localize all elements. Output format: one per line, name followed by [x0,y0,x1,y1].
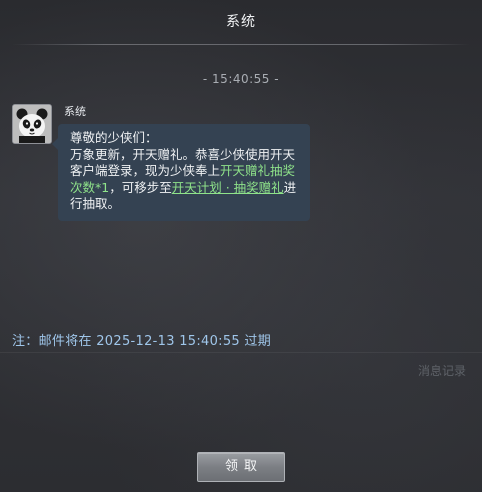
title-bar: 系统 [0,0,482,45]
claim-button[interactable]: 领取 [197,452,285,482]
message-timestamp: - 15:40:55 - [202,72,280,86]
window-title: 系统 [226,14,256,30]
message-text-mid: ，可移步至 [109,179,172,195]
sender-name: 系统 [64,105,86,118]
footer-divider [0,352,482,353]
message-bubble: 尊敬的少侠们： 万象更新，开天赠礼。恭喜少侠使用开天客户端登录，现为少侠奉上开天… [52,124,310,221]
expiry-notice: 注：邮件将在 2025-12-13 15:40:55 过期 [12,334,272,349]
message-body: 万象更新，开天赠礼。恭喜少侠使用开天客户端登录，现为少侠奉上开天赠礼抽奖次数*1… [70,147,300,213]
message-history-link[interactable]: 消息记录 [418,362,466,379]
event-link[interactable]: 开天计划 · 抽奖赠礼 [172,180,284,195]
message-greeting: 尊敬的少侠们： [70,130,158,145]
title-divider [12,44,470,45]
panda-avatar-icon [12,104,52,144]
panda-icon [13,105,51,143]
